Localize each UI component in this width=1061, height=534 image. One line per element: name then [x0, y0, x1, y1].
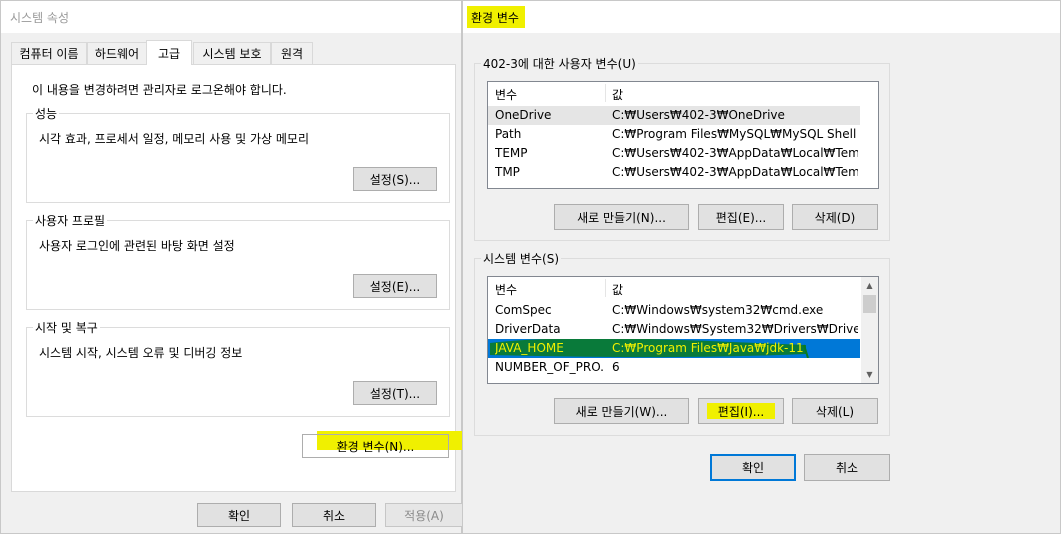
list-item[interactable]: TMP C:₩Users₩402-3₩AppData₩Local₩Temp — [488, 163, 860, 182]
user-list-header: 변수 값 — [488, 82, 878, 104]
title-bar: 시스템 속성 — [1, 1, 461, 33]
tab-advanced[interactable]: 고급 — [146, 40, 192, 65]
system-list-scrollbar[interactable]: ▲ ▼ — [861, 277, 878, 383]
tab-system-protection[interactable]: 시스템 보호 — [193, 42, 271, 64]
admin-note: 이 내용을 변경하려면 관리자로 로그온해야 합니다. — [32, 83, 287, 97]
system-new-button[interactable]: 새로 만들기(W)... — [554, 398, 689, 424]
column-divider[interactable] — [605, 279, 606, 297]
list-item-selected[interactable]: JAVA_HOME C:₩Program Files₩Java₩jdk-11 — [488, 339, 860, 358]
performance-label: 성능 — [33, 105, 60, 122]
environment-variables-button[interactable]: 환경 변수(N)... — [302, 434, 449, 458]
list-item[interactable]: OneDrive C:₩Users₩402-3₩OneDrive — [488, 106, 860, 125]
user-profile-label: 사용자 프로필 — [33, 212, 108, 229]
list-item[interactable]: TEMP C:₩Users₩402-3₩AppData₩Local₩Temp — [488, 144, 860, 163]
window-title: 시스템 속성 — [10, 11, 70, 25]
col-value-header[interactable]: 값 — [612, 281, 623, 298]
startup-settings-button[interactable]: 설정(T)... — [353, 381, 437, 405]
env-ok-button[interactable]: 확인 — [710, 454, 796, 481]
col-variable-header[interactable]: 변수 — [495, 86, 517, 103]
tab-page: 이 내용을 변경하려면 관리자로 로그온해야 합니다. 성능 시각 효과, 프로… — [11, 64, 462, 492]
env-window-title: 환경 변수 — [471, 11, 519, 25]
system-variables-label: 시스템 변수(S) — [481, 250, 561, 267]
apply-button[interactable]: 적용(A) — [385, 503, 463, 527]
system-list-header: 변수 값 — [488, 277, 878, 299]
list-item[interactable]: ComSpec C:₩Windows₩system32₩cmd.exe — [488, 301, 860, 320]
user-new-button[interactable]: 새로 만들기(N)... — [554, 204, 689, 230]
env-cancel-button[interactable]: 취소 — [804, 454, 890, 481]
environment-variables-window: 환경 변수 402-3에 대한 사용자 변수(U) 변수 값 OneDrive … — [462, 0, 1061, 534]
system-variables-list[interactable]: 변수 값 ComSpec C:₩Windows₩system32₩cmd.exe… — [487, 276, 879, 384]
cancel-button[interactable]: 취소 — [292, 503, 376, 527]
system-delete-button[interactable]: 삭제(L) — [792, 398, 878, 424]
user-profile-desc: 사용자 로그인에 관련된 바탕 화면 설정 — [39, 239, 235, 253]
scroll-thumb[interactable] — [863, 295, 876, 313]
user-variables-label: 402-3에 대한 사용자 변수(U) — [481, 55, 638, 72]
performance-settings-button[interactable]: 설정(S)... — [353, 167, 437, 191]
ok-button[interactable]: 확인 — [197, 503, 281, 527]
user-delete-button[interactable]: 삭제(D) — [792, 204, 878, 230]
tab-hardware[interactable]: 하드웨어 — [87, 42, 147, 64]
profile-settings-button[interactable]: 설정(E)... — [353, 274, 437, 298]
scroll-down-icon[interactable]: ▼ — [861, 366, 878, 383]
tab-remote[interactable]: 원격 — [271, 42, 313, 64]
env-title-bar: 환경 변수 — [463, 1, 1060, 33]
tab-computer-name[interactable]: 컴퓨터 이름 — [11, 42, 87, 64]
col-variable-header[interactable]: 변수 — [495, 281, 517, 298]
user-variables-list[interactable]: 변수 값 OneDrive C:₩Users₩402-3₩OneDrive Pa… — [487, 81, 879, 189]
list-item[interactable]: NUMBER_OF_PRO... 6 — [488, 358, 860, 377]
scroll-up-icon[interactable]: ▲ — [861, 277, 878, 294]
list-item[interactable]: Path C:₩Program Files₩MySQL₩MySQL Shell … — [488, 125, 860, 144]
system-properties-window: 시스템 속성 컴퓨터 이름 하드웨어 고급 시스템 보호 원격 이 내용을 변경… — [0, 0, 463, 534]
user-edit-button[interactable]: 편집(E)... — [698, 204, 784, 230]
startup-recovery-desc: 시스템 시작, 시스템 오류 및 디버깅 정보 — [39, 346, 243, 360]
performance-desc: 시각 효과, 프로세서 일정, 메모리 사용 및 가상 메모리 — [39, 132, 309, 146]
startup-recovery-label: 시작 및 복구 — [33, 319, 100, 336]
list-item[interactable]: DriverData C:₩Windows₩System32₩Drivers₩D… — [488, 320, 860, 339]
system-edit-button[interactable]: 편집(I)... — [698, 398, 784, 424]
col-value-header[interactable]: 값 — [612, 86, 623, 103]
column-divider[interactable] — [605, 84, 606, 102]
